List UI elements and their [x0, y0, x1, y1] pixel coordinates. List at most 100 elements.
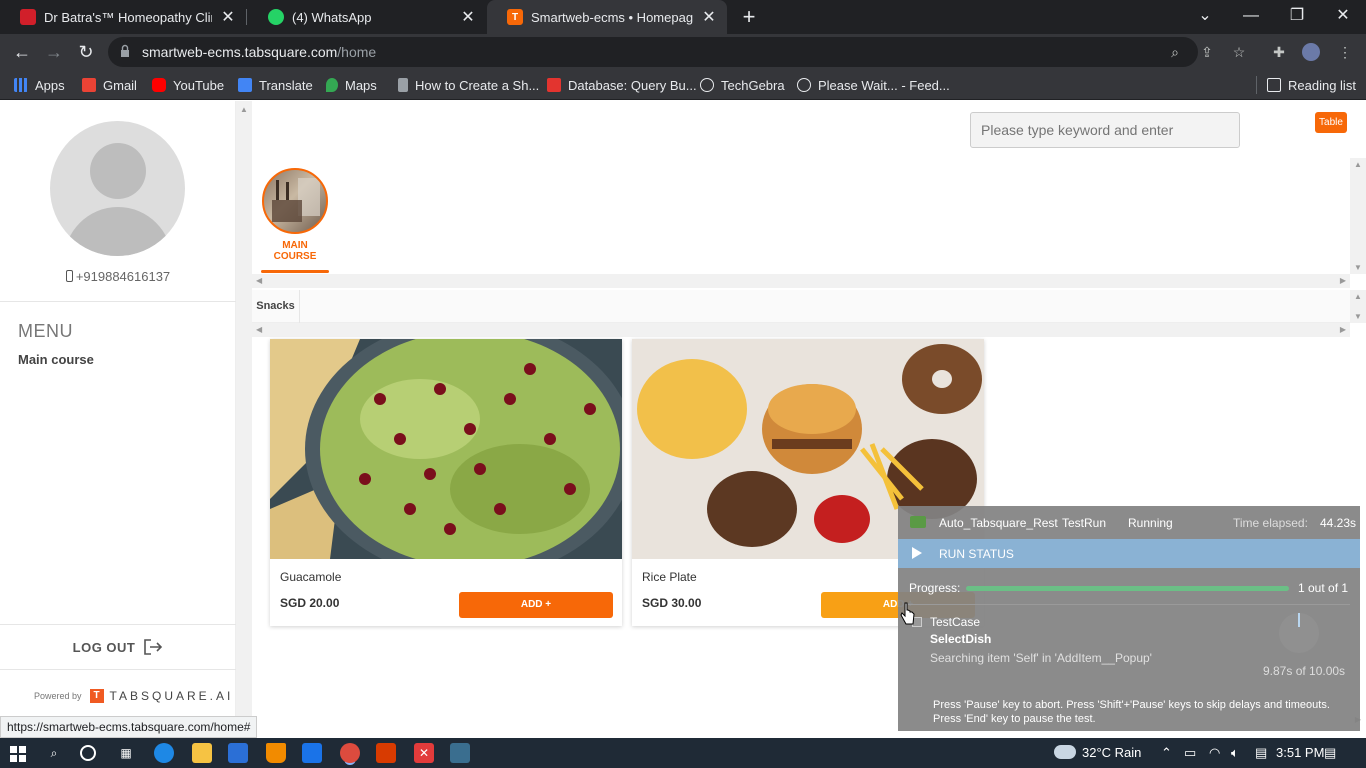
avatar	[50, 121, 185, 256]
avatar-head-icon	[90, 143, 146, 199]
sidebar-scrollbar[interactable]: ▲	[236, 101, 252, 724]
mobile-phone-icon	[65, 270, 73, 282]
new-tab-button[interactable]: +	[737, 4, 761, 30]
youtube-icon	[152, 78, 166, 92]
bookmark-techgebra[interactable]: TechGebra	[700, 76, 785, 94]
product-name: Guacamole	[280, 570, 342, 584]
category-horizontal-scrollbar[interactable]: ◀ ▶	[252, 274, 1350, 288]
office-icon[interactable]	[376, 743, 396, 763]
reading-list-button[interactable]: Reading list	[1256, 76, 1356, 94]
product-price: SGD 30.00	[642, 596, 702, 610]
lock-icon	[121, 44, 129, 57]
clock-time[interactable]: 3:51 PM	[1276, 738, 1324, 768]
progress-count: 1 out of 1	[1298, 581, 1349, 595]
minimize-icon[interactable]: —	[1228, 0, 1274, 34]
close-window-icon[interactable]: ✕	[1320, 0, 1366, 34]
tab-snacks[interactable]: Snacks	[252, 290, 300, 323]
xmind-icon[interactable]: ✕	[414, 743, 434, 763]
bookmark-star-icon[interactable]: ☆	[1230, 43, 1248, 61]
step-name: SelectDish	[930, 632, 992, 646]
tabsquare-logo-icon: T	[89, 689, 104, 703]
url-text: smartweb-ecms.tabsquare.com/home	[142, 44, 377, 60]
file-explorer-icon[interactable]	[192, 743, 212, 763]
product-card[interactable]: Guacamole SGD 20.00 ADD +	[270, 339, 622, 626]
close-tab-icon[interactable]: ✕	[701, 7, 717, 27]
bookmark-how-to-create[interactable]: How to Create a Sh...	[398, 76, 539, 94]
tray-overflow-chevron-icon[interactable]: ⌃	[1161, 738, 1172, 768]
bookmark-translate[interactable]: Translate	[238, 76, 313, 94]
zoom-icon[interactable]: ⌕	[1166, 43, 1184, 61]
language-icon[interactable]: ▤	[1255, 738, 1267, 768]
category-strip: MAIN COURSE	[252, 158, 1350, 274]
subcategory-vertical-scrollbar[interactable]: ▲ ▼	[1350, 290, 1366, 323]
maps-icon	[326, 78, 338, 92]
logout-icon	[144, 639, 163, 655]
logout-button[interactable]: LOG OUT	[0, 624, 236, 670]
category-label[interactable]: MAIN COURSE	[264, 240, 326, 262]
bookmarks-bar: Apps Gmail YouTube Translate Maps How to…	[0, 70, 1366, 100]
back-arrow-icon[interactable]: ←	[10, 40, 34, 64]
test-run-icon	[910, 516, 926, 528]
chrome-icon[interactable]	[340, 743, 360, 763]
edge-icon[interactable]	[154, 743, 174, 763]
add-to-cart-button[interactable]: ADD +	[459, 592, 613, 618]
reading-list-icon	[1267, 78, 1281, 92]
browser-tab-smartweb[interactable]: T Smartweb-ecms • Homepage ✕	[487, 0, 727, 34]
progress-bar	[966, 586, 1289, 591]
address-bar[interactable]: smartweb-ecms.tabsquare.com/home ⌕ ⇪ ☆	[108, 37, 1245, 67]
translate-icon	[238, 78, 252, 92]
wifi-icon[interactable]: ◠	[1209, 738, 1220, 768]
test-runner-panel: Auto_Tabsquare_Rest TestRun Running Time…	[898, 506, 1360, 731]
restore-icon[interactable]: ❐	[1274, 0, 1320, 34]
share-icon[interactable]: ⇪	[1198, 43, 1216, 61]
bookmark-youtube[interactable]: YouTube	[152, 76, 224, 94]
battery-icon[interactable]: ▭	[1184, 738, 1196, 768]
tab-divider	[246, 9, 247, 25]
table-badge[interactable]: Table	[1315, 112, 1347, 133]
vlc-icon[interactable]	[266, 743, 286, 763]
sidebar-item-main-course[interactable]: Main course	[18, 352, 94, 367]
mail-icon[interactable]	[302, 743, 322, 763]
reload-icon[interactable]: ↻	[74, 40, 98, 64]
cortana-icon[interactable]	[80, 745, 96, 761]
phone-number: +919884616137	[0, 269, 236, 284]
subcategory-horizontal-scrollbar[interactable]: ◀ ▶	[252, 323, 1350, 337]
bookmark-maps[interactable]: Maps	[326, 76, 377, 94]
gmail-icon	[82, 78, 96, 92]
page-icon	[398, 78, 408, 92]
runner-header: Auto_Tabsquare_Rest TestRun Running Time…	[898, 506, 1360, 538]
forward-arrow-icon[interactable]: →	[42, 40, 66, 64]
kebab-menu-icon[interactable]: ⋮	[1336, 43, 1354, 61]
extensions-puzzle-icon[interactable]: ✚	[1270, 43, 1288, 61]
testcase-label: TestCase	[930, 615, 981, 629]
close-tab-icon[interactable]: ✕	[460, 7, 476, 27]
volume-icon[interactable]: 🔈︎	[1231, 738, 1239, 768]
browser-tab-batra[interactable]: Dr Batra's™ Homeopathy Clinics | ✕	[0, 0, 246, 34]
tab-search-chevron-icon[interactable]: ⌄	[1182, 0, 1228, 34]
globe-icon	[797, 78, 811, 92]
notifications-icon[interactable]: ▤	[1324, 738, 1336, 768]
close-tab-icon[interactable]: ✕	[220, 7, 236, 27]
runner-divider	[908, 604, 1350, 605]
category-vertical-scrollbar[interactable]: ▲ ▼	[1350, 158, 1366, 274]
search-input[interactable]	[970, 112, 1240, 148]
step-time: 9.87s of 10.00s	[1263, 664, 1346, 678]
main-course-category-image[interactable]	[262, 168, 328, 234]
bookmark-database-query[interactable]: Database: Query Bu...	[547, 76, 697, 94]
app-window-icon[interactable]	[450, 743, 470, 763]
bookmark-apps[interactable]: Apps	[14, 76, 65, 94]
task-view-icon[interactable]: ▦	[116, 743, 136, 763]
browser-tab-whatsapp[interactable]: (4) WhatsApp ✕	[248, 0, 486, 34]
powered-by: Powered by T TABSQUARE.AI	[34, 689, 234, 703]
search-icon[interactable]: ⌕	[44, 743, 64, 763]
avatar-body-icon	[64, 207, 172, 256]
bookmark-gmail[interactable]: Gmail	[82, 76, 137, 94]
profile-avatar-icon[interactable]	[1302, 43, 1320, 61]
windows-start-icon[interactable]	[10, 746, 26, 762]
run-status-bar[interactable]: RUN STATUS	[898, 539, 1360, 568]
store-icon[interactable]	[228, 743, 248, 763]
browser-toolbar: ← → ↻ smartweb-ecms.tabsquare.com/home ⌕…	[0, 34, 1366, 70]
bookmark-please-wait[interactable]: Please Wait... - Feed...	[797, 76, 950, 94]
weather-widget[interactable]: 32°C Rain	[1054, 738, 1141, 768]
rain-cloud-icon	[1054, 745, 1076, 759]
